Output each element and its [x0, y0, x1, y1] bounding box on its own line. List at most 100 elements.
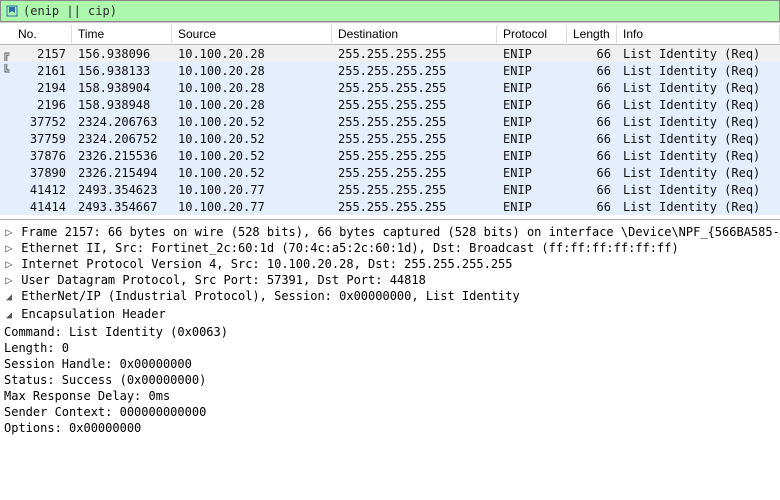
cell-info: List Identity (Req): [617, 166, 780, 180]
cell-dest: 255.255.255.255: [332, 47, 497, 61]
packet-row[interactable]: 414122493.35462310.100.20.77255.255.255.…: [0, 181, 780, 198]
cell-no: 37759: [12, 132, 72, 146]
cell-info: List Identity (Req): [617, 183, 780, 197]
col-header-source[interactable]: Source: [172, 25, 332, 43]
col-header-time[interactable]: Time: [72, 25, 172, 43]
cell-source: 10.100.20.77: [172, 200, 332, 214]
expand-icon[interactable]: [4, 256, 14, 272]
cell-time: 158.938948: [72, 98, 172, 112]
col-header-destination[interactable]: Destination: [332, 25, 497, 43]
packet-row[interactable]: 414142493.35466710.100.20.77255.255.255.…: [0, 198, 780, 215]
detail-encap-header[interactable]: Encapsulation Header: [0, 306, 780, 324]
cell-length: 66: [567, 149, 617, 163]
packet-rows-container: ╔2157156.93809610.100.20.28255.255.255.2…: [0, 45, 780, 215]
cell-time: 2493.354623: [72, 183, 172, 197]
cell-info: List Identity (Req): [617, 132, 780, 146]
packet-row[interactable]: 378762326.21553610.100.20.52255.255.255.…: [0, 147, 780, 164]
cell-time: 2326.215536: [72, 149, 172, 163]
packet-row[interactable]: 2196158.93894810.100.20.28255.255.255.25…: [0, 96, 780, 113]
cell-length: 66: [567, 115, 617, 129]
col-header-protocol[interactable]: Protocol: [497, 25, 567, 43]
detail-frame[interactable]: Frame 2157: 66 bytes on wire (528 bits),…: [0, 224, 780, 240]
collapse-icon[interactable]: [4, 306, 14, 324]
cell-protocol: ENIP: [497, 47, 567, 61]
detail-enip[interactable]: EtherNet/IP (Industrial Protocol), Sessi…: [0, 288, 780, 306]
cell-source: 10.100.20.28: [172, 98, 332, 112]
cell-no: 37752: [12, 115, 72, 129]
cell-time: 2493.354667: [72, 200, 172, 214]
cell-time: 2324.206763: [72, 115, 172, 129]
detail-options[interactable]: Options: 0x00000000: [0, 420, 780, 436]
cell-protocol: ENIP: [497, 64, 567, 78]
cell-source: 10.100.20.77: [172, 183, 332, 197]
cell-source: 10.100.20.28: [172, 47, 332, 61]
packet-row[interactable]: 377592324.20675210.100.20.52255.255.255.…: [0, 130, 780, 147]
detail-command[interactable]: Command: List Identity (0x0063): [0, 324, 780, 340]
cell-time: 2324.206752: [72, 132, 172, 146]
cell-protocol: ENIP: [497, 132, 567, 146]
cell-time: 2326.215494: [72, 166, 172, 180]
col-header-length[interactable]: Length: [567, 25, 617, 43]
cell-dest: 255.255.255.255: [332, 64, 497, 78]
packet-row[interactable]: ╔2157156.93809610.100.20.28255.255.255.2…: [0, 45, 780, 62]
bookmark-icon: [5, 4, 19, 18]
cell-info: List Identity (Req): [617, 98, 780, 112]
cell-dest: 255.255.255.255: [332, 132, 497, 146]
cell-no: 41412: [12, 183, 72, 197]
packet-row[interactable]: 377522324.20676310.100.20.52255.255.255.…: [0, 113, 780, 130]
cell-source: 10.100.20.52: [172, 115, 332, 129]
packet-list-pane: No. Time Source Destination Protocol Len…: [0, 22, 780, 215]
detail-sender-ctx[interactable]: Sender Context: 000000000000: [0, 404, 780, 420]
cell-source: 10.100.20.28: [172, 64, 332, 78]
cell-info: List Identity (Req): [617, 64, 780, 78]
packet-list-header[interactable]: No. Time Source Destination Protocol Len…: [0, 23, 780, 45]
packet-row[interactable]: ╚2161156.93813310.100.20.28255.255.255.2…: [0, 62, 780, 79]
collapse-icon[interactable]: [4, 288, 14, 306]
cell-length: 66: [567, 183, 617, 197]
cell-length: 66: [567, 132, 617, 146]
expand-icon[interactable]: [4, 272, 14, 288]
detail-udp[interactable]: User Datagram Protocol, Src Port: 57391,…: [0, 272, 780, 288]
cell-length: 66: [567, 200, 617, 214]
cell-info: List Identity (Req): [617, 81, 780, 95]
cell-info: List Identity (Req): [617, 200, 780, 214]
detail-length[interactable]: Length: 0: [0, 340, 780, 356]
cell-info: List Identity (Req): [617, 47, 780, 61]
cell-no: 37876: [12, 149, 72, 163]
cell-source: 10.100.20.52: [172, 166, 332, 180]
detail-ethernet[interactable]: Ethernet II, Src: Fortinet_2c:60:1d (70:…: [0, 240, 780, 256]
cell-protocol: ENIP: [497, 98, 567, 112]
col-header-no[interactable]: No.: [12, 25, 72, 43]
cell-time: 156.938096: [72, 47, 172, 61]
cell-no: 37890: [12, 166, 72, 180]
cell-dest: 255.255.255.255: [332, 166, 497, 180]
expand-icon[interactable]: [4, 224, 14, 240]
detail-status[interactable]: Status: Success (0x00000000): [0, 372, 780, 388]
detail-session-handle[interactable]: Session Handle: 0x00000000: [0, 356, 780, 372]
cell-time: 158.938904: [72, 81, 172, 95]
cell-no: 41414: [12, 200, 72, 214]
display-filter-input[interactable]: (enip || cip): [23, 4, 117, 18]
cell-source: 10.100.20.28: [172, 81, 332, 95]
col-header-info[interactable]: Info: [617, 25, 780, 43]
cell-length: 66: [567, 64, 617, 78]
detail-max-delay[interactable]: Max Response Delay: 0ms: [0, 388, 780, 404]
bracket-glyph: ╔: [0, 47, 12, 61]
cell-info: List Identity (Req): [617, 149, 780, 163]
cell-source: 10.100.20.52: [172, 149, 332, 163]
cell-protocol: ENIP: [497, 183, 567, 197]
cell-no: 2196: [12, 98, 72, 112]
cell-dest: 255.255.255.255: [332, 115, 497, 129]
cell-length: 66: [567, 81, 617, 95]
packet-row[interactable]: 378902326.21549410.100.20.52255.255.255.…: [0, 164, 780, 181]
display-filter-bar[interactable]: (enip || cip): [0, 0, 780, 22]
packet-row[interactable]: 2194158.93890410.100.20.28255.255.255.25…: [0, 79, 780, 96]
cell-no: 2161: [12, 64, 72, 78]
detail-ip[interactable]: Internet Protocol Version 4, Src: 10.100…: [0, 256, 780, 272]
cell-no: 2194: [12, 81, 72, 95]
cell-protocol: ENIP: [497, 115, 567, 129]
cell-length: 66: [567, 47, 617, 61]
cell-dest: 255.255.255.255: [332, 149, 497, 163]
expand-icon[interactable]: [4, 240, 14, 256]
cell-dest: 255.255.255.255: [332, 200, 497, 214]
